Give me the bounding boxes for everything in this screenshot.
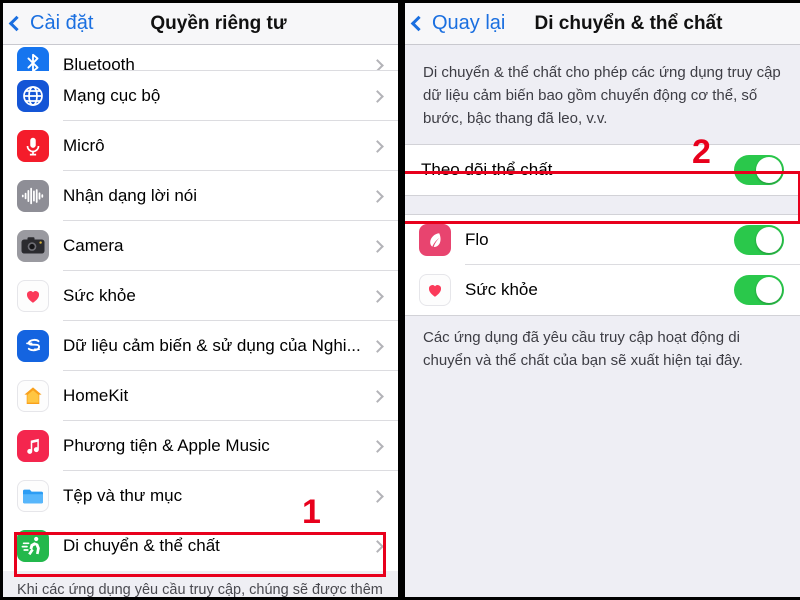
fitness-tracking-label: Theo dõi thể chất: [421, 160, 553, 179]
sidebar-item-label: Dữ liệu cảm biến & sử dụng của Nghi...: [63, 336, 361, 355]
sidebar-item-research-sensor-usage[interactable]: Dữ liệu cảm biến & sử dụng của Nghi...: [3, 321, 398, 371]
chevron-right-icon: [371, 539, 384, 553]
chevron-left-icon: [410, 15, 427, 32]
sidebar-item-homekit[interactable]: HomeKit: [3, 371, 398, 421]
left-back-label: Cài đặt: [30, 12, 94, 34]
health-app-icon: [419, 274, 451, 306]
toggle-knob: [756, 277, 782, 303]
left-navbar: Cài đặt Quyền riêng tư: [3, 3, 398, 45]
research-sensor-icon: [17, 330, 49, 362]
section-gap: [405, 196, 800, 214]
app-toggle-flo[interactable]: [734, 225, 784, 255]
sidebar-item-motion-fitness[interactable]: Di chuyển & thể chất: [3, 521, 398, 571]
row-app-health[interactable]: Sức khỏe: [405, 265, 800, 315]
motion-fitness-icon: [17, 530, 49, 562]
apps-note: Các ứng dụng đã yêu cầu truy cập hoạt độ…: [423, 329, 743, 369]
sidebar-item-microphone[interactable]: Micrô: [3, 121, 398, 171]
sidebar-item-label: HomeKit: [63, 386, 129, 405]
left-footer-note: Khi các ứng dụng yêu cầu truy cập, chúng…: [3, 571, 398, 597]
chevron-right-icon: [371, 439, 384, 453]
sidebar-item-label: Tệp và thư mục: [63, 486, 183, 505]
left-back-button[interactable]: Cài đặt: [3, 12, 93, 35]
right-phone-panel: Quay lại Di chuyển & thể chất Di chuyển …: [405, 3, 800, 597]
privacy-settings-list: Bluetooth Mạng cục bộ Micrô Nhận dạng lờ…: [3, 45, 398, 571]
annotation-number-2: 2: [692, 133, 711, 171]
apps-group: Flo Sức khỏe: [405, 214, 800, 316]
flo-app-icon: [419, 224, 451, 256]
sidebar-item-media-apple-music[interactable]: Phương tiện & Apple Music: [3, 421, 398, 471]
local-network-icon: [17, 80, 49, 112]
sidebar-item-files-folders[interactable]: Tệp và thư mục: [3, 471, 398, 521]
microphone-icon: [17, 130, 49, 162]
speech-recognition-icon: [17, 180, 49, 212]
fitness-tracking-group: Theo dõi thể chất: [405, 144, 800, 196]
row-app-flo[interactable]: Flo: [405, 215, 800, 265]
row-fitness-tracking[interactable]: Theo dõi thể chất: [405, 145, 800, 195]
sidebar-item-label: Micrô: [63, 136, 105, 155]
sidebar-item-label: Di chuyển & thể chất: [63, 536, 220, 555]
chevron-right-icon: [371, 289, 384, 303]
app-label: Flo: [465, 230, 489, 249]
sidebar-item-label: Nhận dạng lời nói: [63, 186, 198, 205]
sidebar-item-speech-recognition[interactable]: Nhận dạng lời nói: [3, 171, 398, 221]
chevron-right-icon: [371, 389, 384, 403]
chevron-right-icon: [371, 489, 384, 503]
homekit-icon: [17, 380, 49, 412]
annotation-number-1: 1: [302, 493, 321, 531]
chevron-left-icon: [8, 15, 25, 32]
sidebar-item-bluetooth[interactable]: Bluetooth: [3, 45, 398, 79]
sidebar-item-label: Camera: [63, 236, 124, 255]
motion-fitness-description: Di chuyển & thể chất cho phép các ứng dụ…: [423, 64, 781, 127]
chevron-right-icon: [371, 89, 384, 103]
sidebar-item-camera[interactable]: Camera: [3, 221, 398, 271]
sidebar-item-label: Phương tiện & Apple Music: [63, 436, 270, 455]
app-label: Sức khỏe: [465, 280, 538, 299]
health-icon: [17, 280, 49, 312]
sidebar-item-local-network[interactable]: Mạng cục bộ: [3, 71, 398, 121]
app-toggle-health[interactable]: [734, 275, 784, 305]
right-back-button[interactable]: Quay lại: [405, 12, 505, 35]
fitness-tracking-toggle[interactable]: [734, 155, 784, 185]
screenshot-root: Cài đặt Quyền riêng tư Bluetooth Mạng cụ…: [0, 0, 800, 600]
toggle-knob: [756, 227, 782, 253]
files-folder-icon: [17, 480, 49, 512]
sidebar-item-label: Mạng cục bộ: [63, 86, 161, 105]
chevron-right-icon: [371, 139, 384, 153]
sidebar-item-health[interactable]: Sức khỏe: [3, 271, 398, 321]
sidebar-item-label: Sức khỏe: [63, 286, 136, 305]
camera-icon: [17, 230, 49, 262]
toggle-knob: [756, 157, 782, 183]
chevron-right-icon: [371, 339, 384, 353]
right-navbar: Quay lại Di chuyển & thể chất: [405, 3, 800, 45]
apple-music-icon: [17, 430, 49, 462]
motion-fitness-body: Di chuyển & thể chất cho phép các ứng dụ…: [405, 45, 800, 597]
chevron-right-icon: [371, 189, 384, 203]
right-back-label: Quay lại: [432, 12, 506, 34]
chevron-right-icon: [371, 239, 384, 253]
left-phone-panel: Cài đặt Quyền riêng tư Bluetooth Mạng cụ…: [3, 3, 398, 597]
